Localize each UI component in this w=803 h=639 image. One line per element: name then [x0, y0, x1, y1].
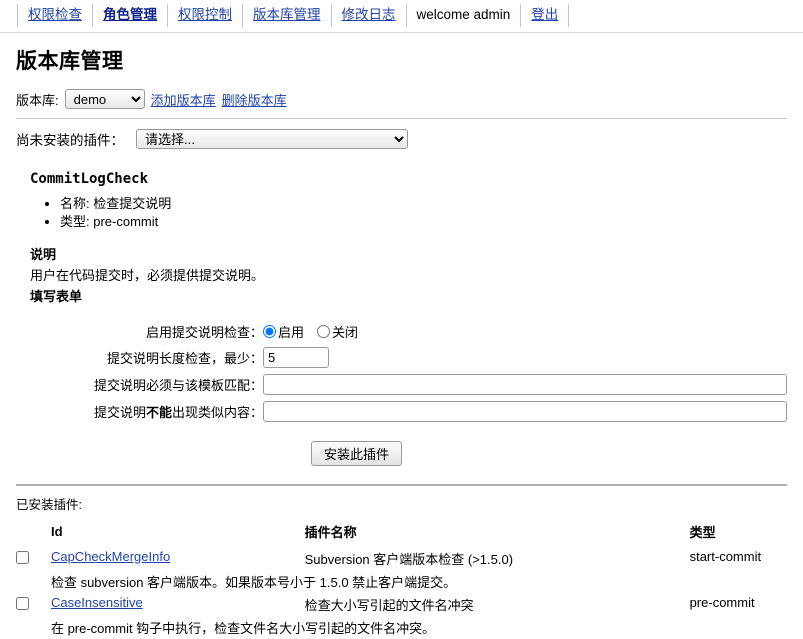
- uninstalled-plugin-row: 尚未安装的插件： 请选择...: [16, 129, 787, 149]
- main-content: 版本库管理 版本库: demo 添加版本库 删除版本库 尚未安装的插件： 请选择…: [0, 45, 803, 639]
- nav-link-4[interactable]: 修改日志: [342, 7, 396, 22]
- plugin-description-0: 检查 subversion 客户端版本。如果版本号小于 1.5.0 禁止客户端提…: [50, 575, 457, 590]
- desc-spacer-0: [16, 570, 51, 593]
- radio-group-0: 启用 关闭: [263, 322, 787, 341]
- nav-list: 权限检查 角色管理 权限控制 版本库管理 修改日志 welcome admin 登出: [0, 4, 803, 27]
- top-navigation-bar: 权限检查 角色管理 权限控制 版本库管理 修改日志 welcome admin 登出: [0, 0, 803, 33]
- nav-item-1[interactable]: 角色管理: [92, 4, 167, 27]
- radio-input-0-0[interactable]: [263, 325, 276, 338]
- radio-input-0-1[interactable]: [317, 325, 331, 338]
- radio-label-0-0: 启用: [278, 325, 305, 340]
- install-button-row: 安装此插件: [16, 441, 787, 466]
- nav-link-0[interactable]: 权限检查: [28, 7, 82, 22]
- welcome-user-label: welcome admin: [405, 4, 521, 27]
- row-checkbox-cell-1: [16, 593, 51, 616]
- repository-row: 版本库: demo 添加版本库 删除版本库: [16, 89, 787, 109]
- row-checkbox-cell-0: [16, 547, 51, 570]
- desc-spacer-1: [16, 616, 51, 639]
- form-input-3[interactable]: [263, 401, 787, 422]
- form-field-cell-0: 启用 关闭: [263, 319, 787, 344]
- row-id-cell-0: CapCheckMergeInfo: [51, 547, 305, 570]
- nav-item-0[interactable]: 权限检查: [17, 4, 92, 27]
- row-checkbox-1[interactable]: [16, 597, 29, 610]
- form-label-1: 提交说明长度检查，最少：: [106, 351, 263, 366]
- row-name-cell-1: 检查大小写引起的文件名冲突: [304, 598, 474, 613]
- nav-item-6[interactable]: 登出: [520, 4, 570, 27]
- radio-label-0-1: 关闭: [332, 325, 359, 340]
- nav-link-1[interactable]: 角色管理: [103, 7, 157, 22]
- table-row-description: 在 pre-commit 钩子中执行，检查文件名大小写引起的文件名冲突。: [16, 616, 787, 639]
- divider-installed: [16, 484, 787, 486]
- nav-link-6[interactable]: 登出: [531, 7, 558, 22]
- page-title: 版本库管理: [16, 50, 124, 73]
- nav-link-2[interactable]: 权限控制: [178, 7, 232, 22]
- uninstalled-plugin-select[interactable]: 请选择...: [136, 129, 408, 149]
- form-input-2[interactable]: [263, 374, 787, 395]
- plugin-description-body: 用户在代码提交时，必须提供提交说明。: [30, 268, 265, 283]
- form-row-1: 提交说明长度检查，最少：: [16, 344, 787, 371]
- form-row-0: 启用提交说明检查： 启用 关闭: [16, 319, 787, 344]
- radio-option-0-1[interactable]: 关闭: [317, 322, 358, 341]
- add-repository-link[interactable]: 添加版本库: [151, 90, 216, 109]
- form-field-cell-1: [263, 344, 787, 371]
- form-field-cell-3: [263, 398, 787, 425]
- form-field-cell-2: [263, 371, 787, 398]
- row-id-cell-1: CaseInsensitive: [51, 593, 305, 616]
- plugin-meta-item-1: 类型: pre-commit: [60, 213, 787, 230]
- column-header-type: 类型: [689, 525, 716, 540]
- table-row-description: 检查 subversion 客户端版本。如果版本号小于 1.5.0 禁止客户端提…: [16, 570, 787, 593]
- form-label-3: 提交说明不能出现类似内容：: [93, 405, 263, 420]
- column-header-id: Id: [50, 524, 63, 539]
- plugin-description-title: 说明: [30, 247, 57, 262]
- plugin-id-link-0[interactable]: CapCheckMergeInfo: [51, 549, 170, 564]
- repository-select[interactable]: demo: [64, 89, 145, 109]
- form-label-0: 启用提交说明检查：: [145, 325, 263, 340]
- form-label-2: 提交说明必须与该模板匹配：: [93, 378, 263, 393]
- form-row-3: 提交说明不能出现类似内容：: [16, 398, 787, 425]
- plugin-meta-list: 名称: 检查提交说明类型: pre-commit: [38, 195, 787, 230]
- row-checkbox-0[interactable]: [16, 551, 29, 564]
- radio-option-0-0[interactable]: 启用: [263, 322, 304, 341]
- installed-plugins-caption: 已安装插件:: [16, 498, 82, 512]
- nav-link-3[interactable]: 版本库管理: [253, 7, 321, 22]
- nav-item-4[interactable]: 修改日志: [330, 4, 406, 27]
- nav-item-3[interactable]: 版本库管理: [242, 4, 331, 27]
- divider-top: [16, 118, 787, 119]
- table-row: CaseInsensitive 检查大小写引起的文件名冲突 pre-commit: [16, 593, 787, 616]
- form-input-1[interactable]: [263, 347, 329, 368]
- delete-repository-link[interactable]: 删除版本库: [222, 90, 287, 109]
- plugin-config-form: 启用提交说明检查： 启用 关闭提交说明长度检查，最少： 提交说明必须与该模板匹配： 提交…: [16, 319, 787, 425]
- form-row-2: 提交说明必须与该模板匹配：: [16, 371, 787, 398]
- column-header-name: 插件名称: [304, 525, 357, 540]
- plugin-id-link-1[interactable]: CaseInsensitive: [51, 595, 143, 610]
- column-header-checkbox: [16, 519, 51, 547]
- row-type-cell-0: start-commit: [689, 549, 762, 564]
- plugin-name-heading: CommitLogCheck: [30, 171, 149, 187]
- installed-plugins-table: Id 插件名称 类型 CapCheckMergeInfo Subversion 客…: [16, 519, 787, 639]
- plugin-form-title: 填写表单: [30, 289, 83, 304]
- table-header-row: Id 插件名称 类型: [16, 519, 787, 547]
- plugin-meta-item-0: 名称: 检查提交说明: [60, 195, 787, 212]
- plugin-description-1: 在 pre-commit 钩子中执行，检查文件名大小写引起的文件名冲突。: [50, 621, 436, 636]
- table-row: CapCheckMergeInfo Subversion 客户端版本检查 (>1.…: [16, 547, 787, 570]
- row-type-cell-1: pre-commit: [689, 595, 755, 610]
- uninstalled-plugin-label: 尚未安装的插件：: [16, 133, 124, 148]
- install-plugin-button[interactable]: 安装此插件: [310, 441, 402, 466]
- nav-item-2[interactable]: 权限控制: [167, 4, 242, 27]
- repository-label: 版本库:: [16, 92, 59, 108]
- row-name-cell-0: Subversion 客户端版本检查 (>1.5.0): [304, 552, 514, 567]
